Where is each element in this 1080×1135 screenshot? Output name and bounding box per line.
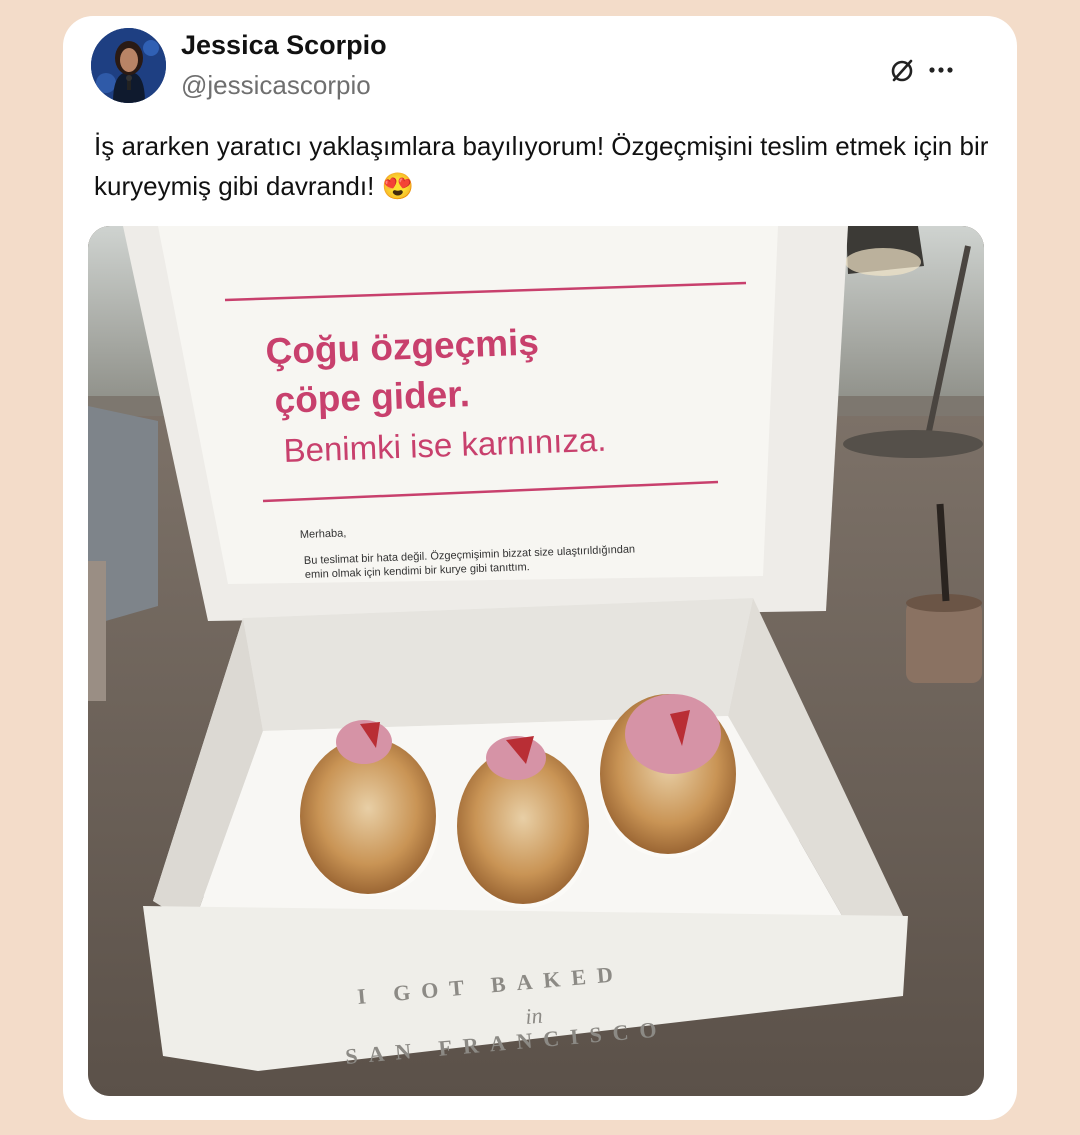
box-headline-2: çöpe gider. [274,373,471,421]
box-brand-2: in [524,1003,543,1029]
avatar-image [91,28,166,103]
tweet-card: Jessica Scorpio @jessicascorpio İş arark… [63,16,1017,1120]
post-photo[interactable]: Çoğu özgeçmiş çöpe gider. Benimki ise ka… [88,226,984,1096]
tweet-text: İş ararken yaratıcı yaklaşımlara bayılıy… [94,131,989,201]
donut-3 [600,694,736,858]
donut-box-photo: Çoğu özgeçmiş çöpe gider. Benimki ise ka… [88,226,984,1096]
box-note-greeting: Merhaba, [300,527,347,541]
slash-circle-icon[interactable] [888,56,916,84]
avatar[interactable] [91,28,166,103]
author-name[interactable]: Jessica Scorpio [181,30,387,61]
author-handle[interactable]: @jessicascorpio [181,70,371,101]
more-dots-icon[interactable] [927,56,955,84]
